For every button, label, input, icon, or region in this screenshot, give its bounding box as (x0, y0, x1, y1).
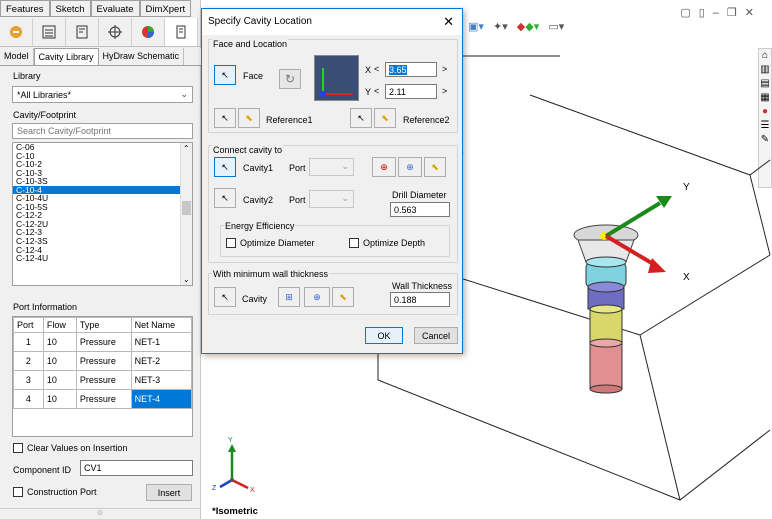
specify-cavity-location-dialog: Specify Cavity Location ✕ Face and Locat… (201, 8, 463, 354)
axis-align-icon: ⊕ (313, 291, 321, 302)
select-ref2-button[interactable]: ↖ (350, 108, 372, 128)
dialog-title-bar[interactable]: Specify Cavity Location ✕ (202, 9, 462, 35)
cursor-icon: ↖ (221, 112, 229, 123)
checkbox-box[interactable] (349, 238, 359, 248)
wall-axis-button[interactable]: ⊕ (304, 287, 330, 307)
reference2-label: Reference2 (403, 115, 450, 125)
triad-z-label: Z (212, 485, 217, 492)
dimension-icon: ⬉ (339, 291, 347, 302)
face-preview (314, 55, 359, 101)
drill-diameter-input[interactable]: 0.563 (390, 202, 450, 217)
dimension-button[interactable]: ⬉ (424, 157, 446, 177)
align-icon: ⊕ (380, 161, 388, 172)
chevron-down-icon: ⌄ (341, 161, 349, 171)
rotate-button[interactable]: ↻ (279, 69, 301, 89)
wall-thickness-title: With minimum wall thickness (212, 269, 330, 279)
optimize-depth-label: Optimize Depth (363, 238, 426, 248)
checkbox-box[interactable] (226, 238, 236, 248)
axis-align-icon: ⊕ (406, 161, 414, 172)
x-label: X (365, 65, 372, 75)
dimension-icon: ⬉ (431, 161, 439, 172)
cavity-label: Cavity (242, 294, 268, 304)
cancel-button[interactable]: Cancel (414, 327, 458, 344)
reference-triad (219, 444, 249, 490)
ref2-dimension-button[interactable]: ⬉ (374, 108, 396, 128)
cursor-icon: ↖ (221, 291, 229, 302)
chevron-down-icon: ⌄ (341, 193, 349, 203)
ref1-dimension-button[interactable]: ⬉ (238, 108, 260, 128)
align-center-button[interactable]: ⊕ (372, 157, 396, 177)
x-input[interactable]: 3.65 (385, 62, 437, 77)
x-input-value: 3.65 (389, 65, 407, 75)
select-wall-cavity-button[interactable]: ↖ (214, 287, 236, 307)
dimension-icon: ⬉ (381, 112, 389, 123)
axis-y-label: Y (683, 182, 690, 193)
select-cavity2-button[interactable]: ↖ (214, 188, 236, 208)
cursor-icon: ↖ (221, 161, 229, 172)
dimension-icon: ⬉ (245, 112, 253, 123)
optimize-diameter-label: Optimize Diameter (240, 238, 315, 248)
axis-x-label: X (683, 272, 690, 283)
optimize-diameter-checkbox[interactable]: Optimize Diameter (226, 238, 315, 248)
optimize-depth-checkbox[interactable]: Optimize Depth (349, 238, 425, 248)
face-axes-icon (320, 68, 353, 97)
y-label: Y (365, 87, 372, 97)
y-input[interactable]: 2.11 (385, 84, 437, 99)
ok-button[interactable]: OK (365, 327, 403, 344)
rotate-icon: ↻ (284, 72, 296, 86)
select-face-button[interactable]: ↖ (214, 65, 236, 85)
y-increment[interactable]: > (442, 86, 447, 96)
wall-thickness-label: Wall Thickness (392, 281, 453, 291)
port2-label: Port (289, 195, 306, 205)
cursor-icon: ↖ (221, 69, 229, 80)
x-decrement[interactable]: < (374, 64, 379, 74)
view-orientation-label: *Isometric (212, 506, 258, 517)
triad-x-label: X (250, 487, 255, 494)
cursor-icon: ↖ (221, 192, 229, 203)
port1-label: Port (289, 163, 306, 173)
port2-select[interactable]: ⌄ (309, 190, 354, 208)
y-decrement[interactable]: < (374, 86, 379, 96)
face-location-title: Face and Location (212, 39, 289, 49)
connect-cavity-title: Connect cavity to (212, 145, 284, 155)
face-label: Face (243, 71, 264, 81)
port1-select[interactable]: ⌄ (309, 158, 354, 176)
cursor-icon: ↖ (357, 112, 365, 123)
reference1-label: Reference1 (266, 115, 313, 125)
wall-measure-button[interactable]: ⊞ (278, 287, 300, 307)
drill-diameter-label: Drill Diameter (392, 190, 447, 200)
close-icon[interactable]: ✕ (443, 14, 454, 30)
triad-y-label: Y (228, 437, 233, 444)
energy-efficiency-title: Energy Efficiency (224, 221, 296, 231)
select-cavity1-button[interactable]: ↖ (214, 157, 236, 177)
wall-thickness-input[interactable]: 0.188 (390, 292, 450, 307)
wall-dimension-button[interactable]: ⬉ (332, 287, 354, 307)
measure-icon: ⊞ (285, 291, 293, 302)
cavity2-label: Cavity2 (243, 195, 274, 205)
x-increment[interactable]: > (442, 64, 447, 74)
align-axis-button[interactable]: ⊕ (398, 157, 422, 177)
select-ref1-button[interactable]: ↖ (214, 108, 236, 128)
dialog-title: Specify Cavity Location (208, 16, 312, 27)
cavity1-label: Cavity1 (243, 163, 274, 173)
